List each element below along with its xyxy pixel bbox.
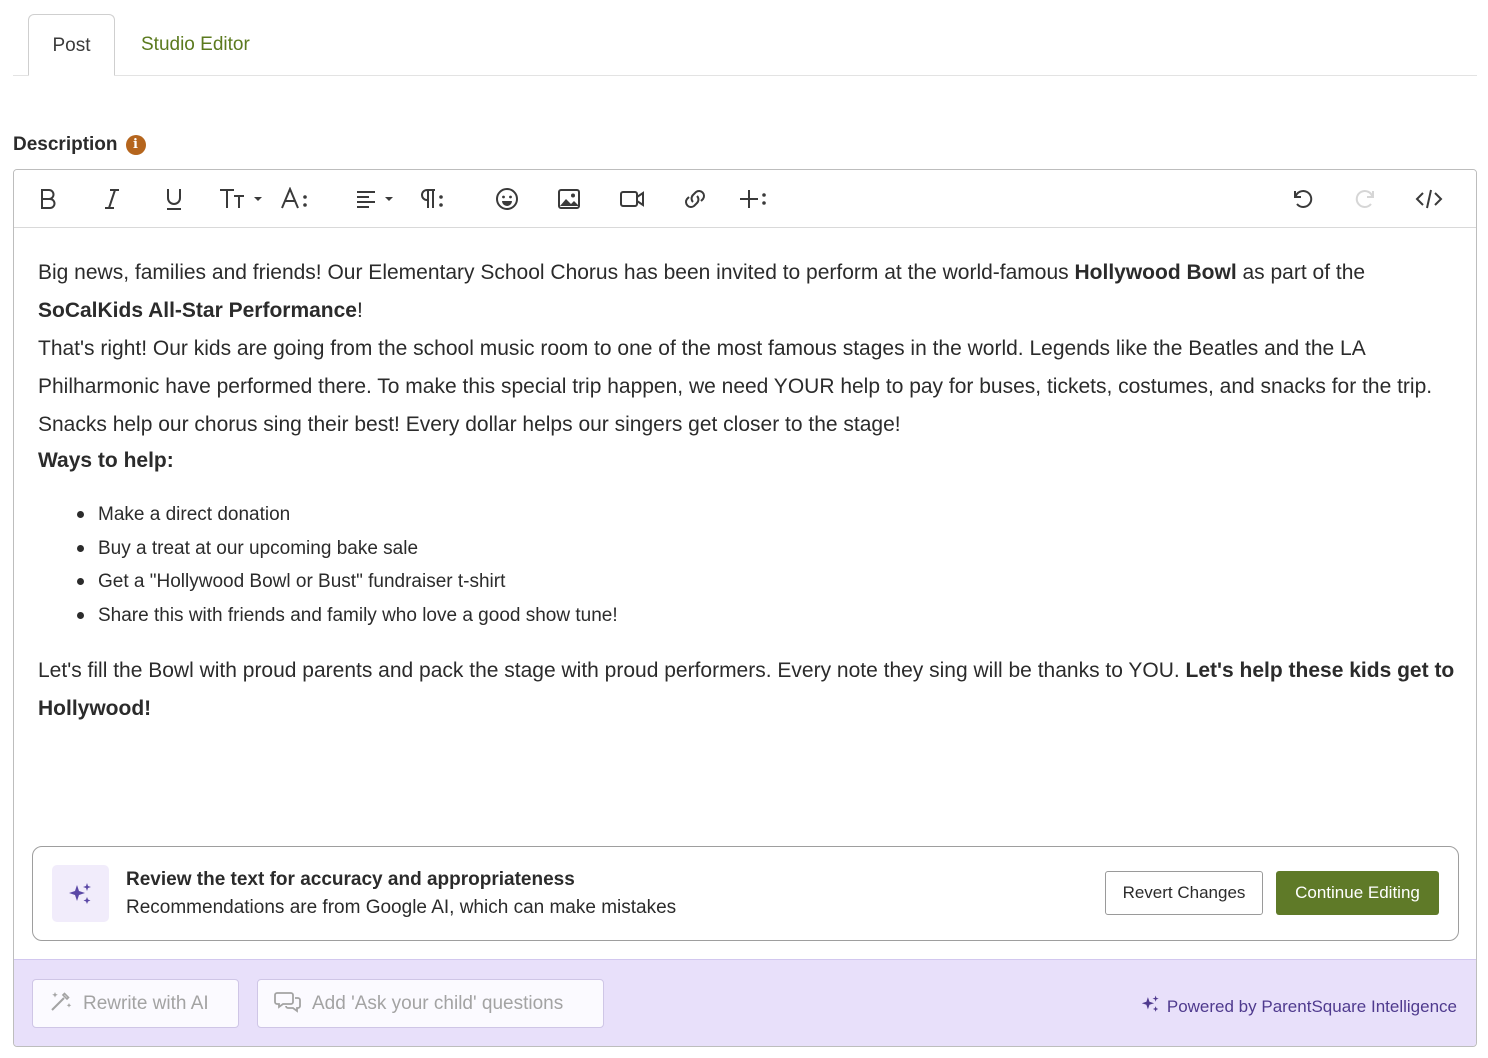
bold-icon[interactable]: [34, 182, 62, 216]
description-label: Description: [13, 134, 118, 155]
redo-icon[interactable]: [1353, 182, 1379, 216]
font-size-icon[interactable]: [217, 182, 267, 216]
emoji-icon[interactable]: [494, 182, 520, 216]
underline-icon[interactable]: [160, 182, 188, 216]
description-label-row: Description i: [13, 134, 146, 156]
paragraph-closing: Let's fill the Bowl with proud parents a…: [38, 659, 1455, 720]
list-item: Share this with friends and family who l…: [77, 599, 1458, 633]
ask-your-child-button[interactable]: Add 'Ask your child' questions: [257, 979, 604, 1028]
editor-content[interactable]: Big news, families and friends! Our Elem…: [38, 254, 1458, 728]
align-icon[interactable]: [354, 182, 400, 216]
italic-icon[interactable]: [98, 182, 126, 216]
undo-icon[interactable]: [1289, 182, 1315, 216]
ways-heading: Ways to help:: [38, 449, 174, 472]
rewrite-with-ai-button[interactable]: Rewrite with AI: [32, 979, 239, 1028]
insert-video-icon[interactable]: [618, 182, 646, 216]
revert-changes-button[interactable]: Revert Changes: [1105, 871, 1263, 915]
paragraph-intro: Big news, families and friends! Our Elem…: [38, 261, 1366, 322]
paragraph-details: That's right! Our kids are going from th…: [38, 337, 1433, 436]
rich-text-editor: Big news, families and friends! Our Elem…: [13, 169, 1477, 1047]
text-color-icon[interactable]: [280, 182, 312, 216]
ai-action-bar: Rewrite with AI Add 'Ask your child' que…: [14, 959, 1476, 1046]
rewrite-with-ai-label: Rewrite with AI: [83, 992, 209, 1014]
ask-your-child-label: Add 'Ask your child' questions: [312, 992, 564, 1014]
review-subtitle: Recommendations are from Google AI, whic…: [126, 897, 677, 918]
tab-post[interactable]: Post: [28, 14, 115, 76]
sparkle-icon: [1141, 994, 1161, 1019]
list-item: Buy a treat at our upcoming bake sale: [77, 532, 1458, 566]
chat-bubbles-icon: [274, 989, 302, 1019]
list-item: Get a "Hollywood Bowl or Bust" fundraise…: [77, 565, 1458, 599]
editor-toolbar: [14, 170, 1476, 228]
powered-by-label: Powered by ParentSquare Intelligence: [1141, 994, 1457, 1019]
list-item: Make a direct donation: [77, 498, 1458, 532]
info-icon[interactable]: i: [125, 135, 146, 155]
more-icon[interactable]: [738, 182, 770, 216]
review-title: Review the text for accuracy and appropr…: [126, 869, 575, 890]
tab-bar: Post Studio Editor: [13, 14, 1477, 76]
sparkle-icon: [52, 865, 109, 922]
insert-link-icon[interactable]: [680, 182, 710, 216]
magic-wand-icon: [49, 989, 73, 1019]
tab-studio-editor[interactable]: Studio Editor: [141, 14, 250, 76]
continue-editing-button[interactable]: Continue Editing: [1276, 871, 1439, 915]
powered-by-text: Powered by ParentSquare Intelligence: [1166, 996, 1457, 1016]
ai-review-card: Review the text for accuracy and appropr…: [32, 846, 1459, 941]
insert-image-icon[interactable]: [556, 182, 582, 216]
paragraph-format-icon[interactable]: [416, 182, 448, 216]
code-view-icon[interactable]: [1414, 182, 1444, 216]
ways-list: Make a direct donation Buy a treat at ou…: [77, 498, 1458, 633]
